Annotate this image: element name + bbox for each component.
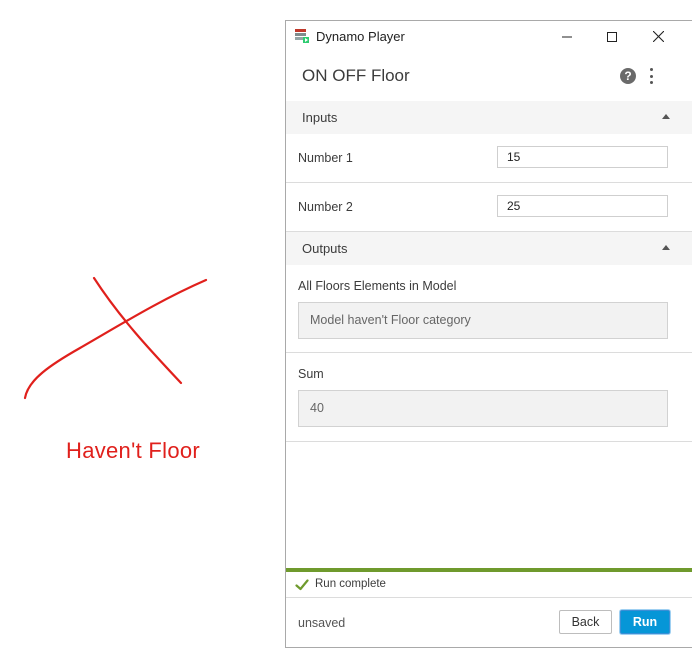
- annotation-text: Haven't Floor: [66, 438, 201, 463]
- footer: unsaved Back Run: [286, 598, 692, 648]
- input-row: Number 1 15: [286, 134, 692, 183]
- chevron-up-icon: [662, 114, 670, 119]
- help-icon[interactable]: ?: [620, 68, 636, 84]
- dynamo-player-window: Dynamo Player ON OFF Floor ? Inputs Numb…: [285, 20, 692, 648]
- outputs-section-label: Outputs: [302, 241, 348, 256]
- output-label: Sum: [298, 367, 324, 381]
- inputs-section-header[interactable]: Inputs: [286, 101, 692, 134]
- close-button[interactable]: [635, 21, 681, 52]
- file-state-label: unsaved: [298, 616, 346, 630]
- chevron-up-icon: [662, 245, 670, 250]
- input-label: Number 1: [298, 151, 353, 165]
- status-text: Run complete: [315, 578, 386, 590]
- back-button[interactable]: Back: [559, 610, 612, 634]
- output-row: Sum 40: [286, 353, 692, 442]
- red-cross-annotation: [23, 276, 208, 400]
- dynamo-app-icon: [295, 29, 309, 43]
- status-bar: Run complete: [286, 572, 692, 598]
- graph-title: ON OFF Floor: [302, 66, 410, 85]
- number-1-input[interactable]: 15: [497, 146, 668, 168]
- output-label: All Floors Elements in Model: [298, 279, 457, 293]
- maximize-button[interactable]: [589, 21, 635, 52]
- output-value: 40: [298, 390, 668, 427]
- output-row: All Floors Elements in Model Model haven…: [286, 265, 692, 353]
- checkmark-icon: [295, 579, 309, 591]
- number-2-input[interactable]: 25: [497, 195, 668, 217]
- close-icon: [652, 31, 664, 42]
- minimize-button[interactable]: [544, 21, 590, 52]
- window-title: Dynamo Player: [316, 29, 405, 44]
- graph-header: ON OFF Floor ?: [286, 52, 692, 100]
- title-bar: Dynamo Player: [286, 21, 692, 52]
- output-value: Model haven't Floor category: [298, 302, 668, 339]
- input-row: Number 2 25: [286, 183, 692, 232]
- inputs-section-label: Inputs: [302, 110, 338, 125]
- input-label: Number 2: [298, 200, 353, 214]
- maximize-icon: [607, 31, 617, 42]
- more-vertical-icon[interactable]: [644, 65, 658, 87]
- outputs-section-header[interactable]: Outputs: [286, 232, 692, 265]
- run-button[interactable]: Run: [620, 610, 670, 634]
- minimize-icon: [562, 36, 572, 37]
